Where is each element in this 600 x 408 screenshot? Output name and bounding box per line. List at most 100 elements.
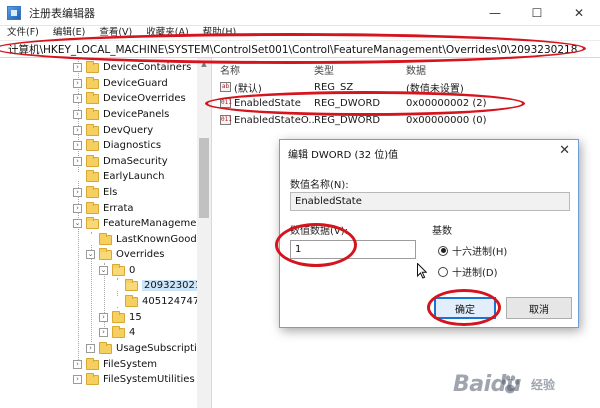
collapse-icon[interactable]: ⌄ xyxy=(99,266,108,276)
address-bar[interactable]: 计算机\HKEY_LOCAL_MACHINE\SYSTEM\ControlSet… xyxy=(0,40,600,58)
minimize-button[interactable]: — xyxy=(474,0,516,26)
column-header-type[interactable]: 类型 xyxy=(314,62,334,77)
registry-tree[interactable]: › DeviceContainers › DeviceGuard › DeviceOv… xyxy=(0,58,212,408)
tree-item-featuremanagement[interactable]: ⌄ FeatureManagement xyxy=(73,216,207,232)
tree-item-devicepanels[interactable]: › DevicePanels xyxy=(73,107,169,123)
close-button[interactable]: ✕ xyxy=(558,0,600,26)
value-row-enabledstateoptions[interactable]: 011 EnabledStateO... REG_DWORD 0x0000000… xyxy=(220,113,487,127)
menu-favorites[interactable]: 收藏夹(A) xyxy=(139,26,195,39)
window-controls: — ☐ ✕ xyxy=(474,0,600,26)
folder-icon xyxy=(99,232,112,245)
paw-logo-icon xyxy=(501,375,520,394)
dword-value-icon: 011 xyxy=(220,115,232,125)
folder-open-icon xyxy=(99,247,112,260)
expand-icon[interactable]: › xyxy=(73,204,82,214)
expand-icon xyxy=(73,172,82,182)
folder-icon xyxy=(86,91,99,104)
expand-icon[interactable]: › xyxy=(73,157,82,167)
string-value-icon: ab xyxy=(220,82,231,92)
expand-icon[interactable]: › xyxy=(86,344,95,354)
expand-icon[interactable]: › xyxy=(73,79,82,89)
folder-icon xyxy=(86,169,99,182)
edit-dword-dialog: 编辑 DWORD (32 位)值 ✕ 数值名称(N): EnabledState… xyxy=(279,139,579,328)
tree-item-filesystemutilities[interactable]: › FileSystemUtilities xyxy=(73,372,195,388)
folder-icon xyxy=(112,325,125,338)
tree-item-devquery[interactable]: › DevQuery xyxy=(73,123,153,139)
folder-icon xyxy=(86,60,99,73)
tree-item-usagesubscription[interactable]: › UsageSubscription xyxy=(86,341,209,357)
menu-help[interactable]: 帮助(H) xyxy=(196,26,244,39)
baidu-watermark: Baidu 经验 xyxy=(453,372,556,397)
radio-decimal[interactable]: 十进制(D) xyxy=(438,264,498,279)
address-path: 计算机\HKEY_LOCAL_MACHINE\SYSTEM\ControlSet… xyxy=(8,43,578,56)
radio-unselected-icon xyxy=(438,266,448,277)
folder-icon xyxy=(86,138,99,151)
folder-icon xyxy=(86,185,99,198)
tree-item-diagnostics[interactable]: › Diagnostics xyxy=(73,138,161,154)
tree-item-15[interactable]: › 15 xyxy=(99,310,142,326)
folder-icon xyxy=(86,123,99,136)
menu-file[interactable]: 文件(F) xyxy=(0,26,46,39)
folder-open-icon xyxy=(86,216,99,229)
tree-item-4[interactable]: › 4 xyxy=(99,325,135,341)
tree-item-devicecontainers[interactable]: › DeviceContainers xyxy=(73,60,191,76)
menu-view[interactable]: 查看(V) xyxy=(92,26,139,39)
tree-item-errata[interactable]: › Errata xyxy=(73,201,134,217)
value-name-label: 数值名称(N): xyxy=(290,180,349,191)
dialog-title: 编辑 DWORD (32 位)值 xyxy=(288,150,399,161)
mouse-pointer-icon xyxy=(417,263,427,279)
folder-icon xyxy=(86,154,99,167)
expand-icon[interactable]: › xyxy=(99,328,108,338)
tree-item-els[interactable]: › Els xyxy=(73,185,117,201)
value-name-field[interactable]: EnabledState xyxy=(290,192,570,211)
expand-icon[interactable]: › xyxy=(73,188,82,198)
window-title: 注册表编辑器 xyxy=(29,6,95,20)
expand-icon[interactable]: › xyxy=(73,375,82,385)
tree-item-dmasecurity[interactable]: › DmaSecurity xyxy=(73,154,168,170)
expand-icon[interactable]: › xyxy=(73,63,82,73)
folder-icon xyxy=(86,201,99,214)
tree-item-2093230218[interactable]: 2093230218 xyxy=(112,278,210,294)
ok-button[interactable]: 确定 xyxy=(434,297,496,319)
expand-icon xyxy=(112,281,121,291)
folder-open-icon xyxy=(125,278,138,291)
radio-hexadecimal[interactable]: 十六进制(H) xyxy=(438,243,507,258)
expand-icon[interactable]: › xyxy=(73,94,82,104)
value-row-default[interactable]: ab (默认) REG_SZ (数值未设置) xyxy=(220,80,464,95)
tree-item-deviceguard[interactable]: › DeviceGuard xyxy=(73,76,168,92)
expand-icon[interactable]: › xyxy=(73,141,82,151)
base-group-label: 基数 xyxy=(432,226,452,237)
dword-value-icon: 011 xyxy=(220,98,232,108)
expand-icon[interactable]: › xyxy=(99,313,108,323)
folder-icon xyxy=(125,294,138,307)
expand-icon[interactable]: › xyxy=(73,126,82,136)
tree-item-deviceoverrides[interactable]: › DeviceOverrides xyxy=(73,91,186,107)
column-header-name[interactable]: 名称 xyxy=(220,62,240,77)
maximize-button[interactable]: ☐ xyxy=(516,0,558,26)
tree-item-405124747[interactable]: 405124747 xyxy=(112,294,199,310)
tree-item-lastknowngood[interactable]: LastKnownGood xyxy=(86,232,197,248)
column-header-data[interactable]: 数据 xyxy=(406,62,426,77)
value-data-label: 数值数据(V): xyxy=(290,226,349,237)
collapse-icon[interactable]: ⌄ xyxy=(73,219,82,229)
expand-icon xyxy=(112,297,121,307)
tree-item-filesystem[interactable]: › FileSystem xyxy=(73,357,157,373)
tree-item-overrides[interactable]: ⌄ Overrides xyxy=(86,247,164,263)
dialog-close-icon[interactable]: ✕ xyxy=(559,143,570,158)
folder-icon xyxy=(86,357,99,370)
tree-item-earlylaunch[interactable]: EarlyLaunch xyxy=(73,169,164,185)
collapse-icon[interactable]: ⌄ xyxy=(86,250,95,260)
tree-scrollbar-thumb[interactable] xyxy=(199,138,209,218)
cancel-button[interactable]: 取消 xyxy=(506,297,572,319)
menu-edit[interactable]: 编辑(E) xyxy=(46,26,92,39)
value-data-input[interactable]: 1 xyxy=(290,240,416,259)
tree-scrollbar[interactable] xyxy=(197,58,211,408)
folder-icon xyxy=(99,341,112,354)
folder-icon xyxy=(86,107,99,120)
tree-item-0[interactable]: ⌄ 0 xyxy=(99,263,135,279)
expand-icon[interactable]: › xyxy=(73,360,82,370)
value-row-enabledstate[interactable]: 011 EnabledState REG_DWORD 0x00000002 (2… xyxy=(220,96,487,110)
expand-icon[interactable]: › xyxy=(73,110,82,120)
scroll-up-arrow-icon[interactable]: ▲ xyxy=(197,58,211,70)
title-bar: 注册表编辑器 — ☐ ✕ xyxy=(0,0,600,26)
